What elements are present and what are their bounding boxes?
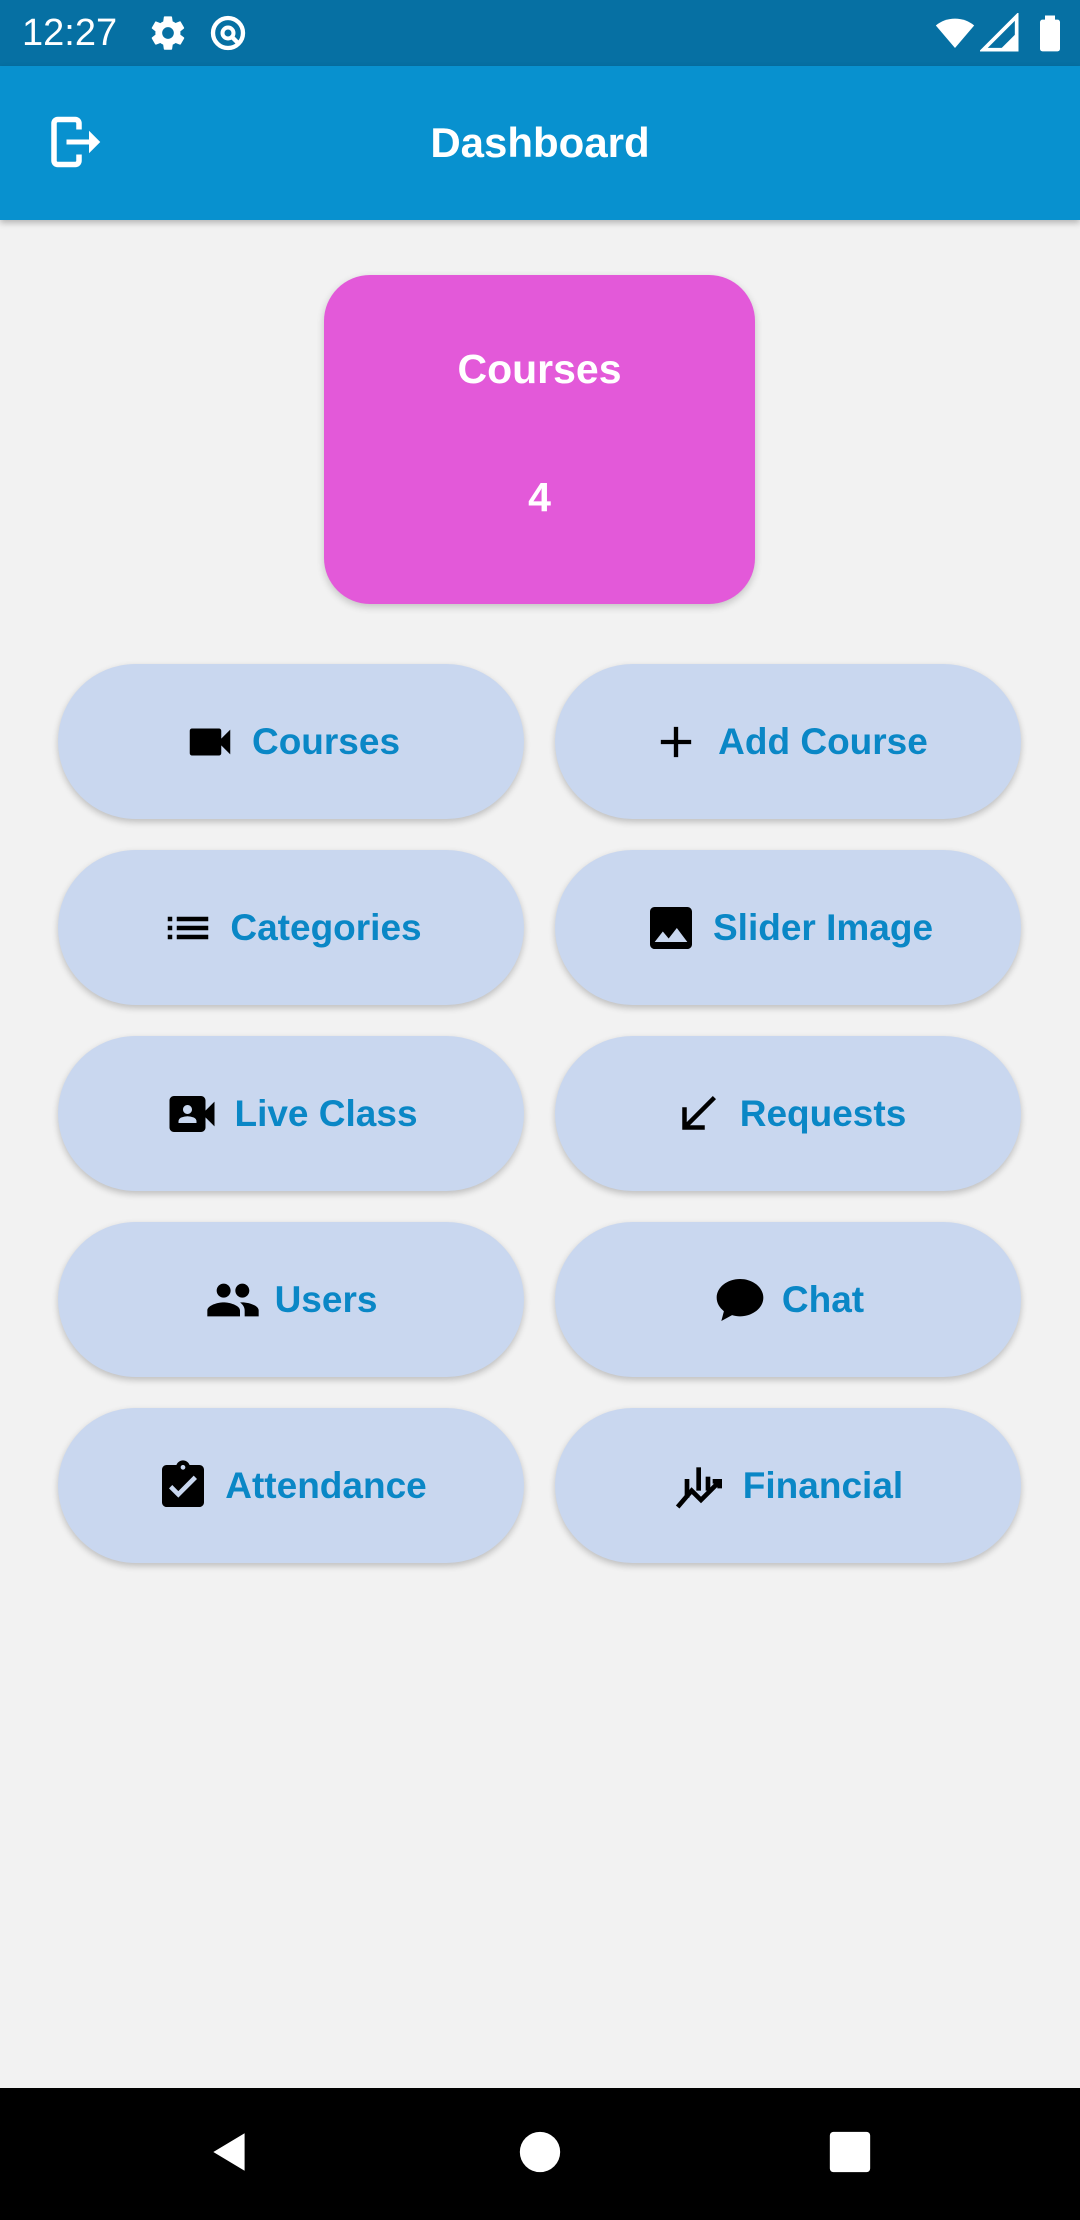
logout-button[interactable] — [36, 106, 112, 182]
gear-icon — [148, 13, 188, 53]
status-time: 12:27 — [22, 12, 118, 54]
categories-button-label: Categories — [230, 906, 422, 948]
live-class-button[interactable]: Live Class — [58, 1036, 524, 1191]
home-button[interactable] — [508, 2122, 572, 2186]
chart-icon — [673, 1458, 729, 1514]
group-icon — [205, 1272, 261, 1328]
courses-button-label: Courses — [251, 720, 401, 762]
image-icon — [643, 900, 699, 956]
at-sign-icon — [208, 13, 248, 53]
slider-image-button[interactable]: Slider Image — [555, 850, 1021, 1005]
attendance-button-label: Attendance — [225, 1464, 427, 1506]
back-button[interactable] — [198, 2122, 262, 2186]
courses-summary-card[interactable]: Courses 4 — [324, 275, 755, 604]
attendance-button[interactable]: Attendance — [58, 1408, 524, 1563]
chat-bubble-icon — [712, 1272, 768, 1328]
users-button[interactable]: Users — [58, 1222, 524, 1377]
list-icon — [160, 900, 216, 956]
recents-icon — [828, 2130, 872, 2179]
recents-button[interactable] — [818, 2122, 882, 2186]
page-title: Dashboard — [430, 119, 650, 166]
slider-image-button-label: Slider Image — [712, 906, 934, 948]
financial-button-label: Financial — [742, 1464, 904, 1506]
users-button-label: Users — [274, 1278, 378, 1320]
status-bar: 12:27 — [0, 0, 1080, 66]
videocam-icon — [182, 714, 238, 770]
battery-icon — [1030, 13, 1070, 53]
system-navigation-bar — [0, 2088, 1080, 2220]
courses-button[interactable]: Courses — [58, 664, 524, 819]
summary-count: 4 — [528, 474, 551, 520]
back-icon — [205, 2127, 255, 2182]
live-class-button-label: Live Class — [234, 1092, 418, 1134]
wifi-icon — [935, 13, 975, 53]
app-bar: Dashboard — [0, 66, 1080, 220]
clipboard-check-icon — [155, 1458, 211, 1514]
chat-button-label: Chat — [781, 1278, 865, 1320]
home-icon — [518, 2130, 562, 2179]
logout-icon — [44, 112, 104, 177]
arrow-down-left-icon — [670, 1086, 726, 1142]
add-course-button[interactable]: Add Course — [555, 664, 1021, 819]
chat-button[interactable]: Chat — [555, 1222, 1021, 1377]
financial-button[interactable]: Financial — [555, 1408, 1021, 1563]
add-course-button-label: Add Course — [718, 720, 928, 762]
requests-button-label: Requests — [739, 1092, 907, 1134]
video-call-icon — [164, 1086, 220, 1142]
signal-icon — [978, 11, 1020, 53]
plus-icon — [648, 714, 704, 770]
requests-button[interactable]: Requests — [555, 1036, 1021, 1191]
dashboard-menu-grid: Courses Add Course Categories Slider Ima… — [58, 664, 1021, 1563]
summary-title: Courses — [457, 346, 622, 392]
categories-button[interactable]: Categories — [58, 850, 524, 1005]
